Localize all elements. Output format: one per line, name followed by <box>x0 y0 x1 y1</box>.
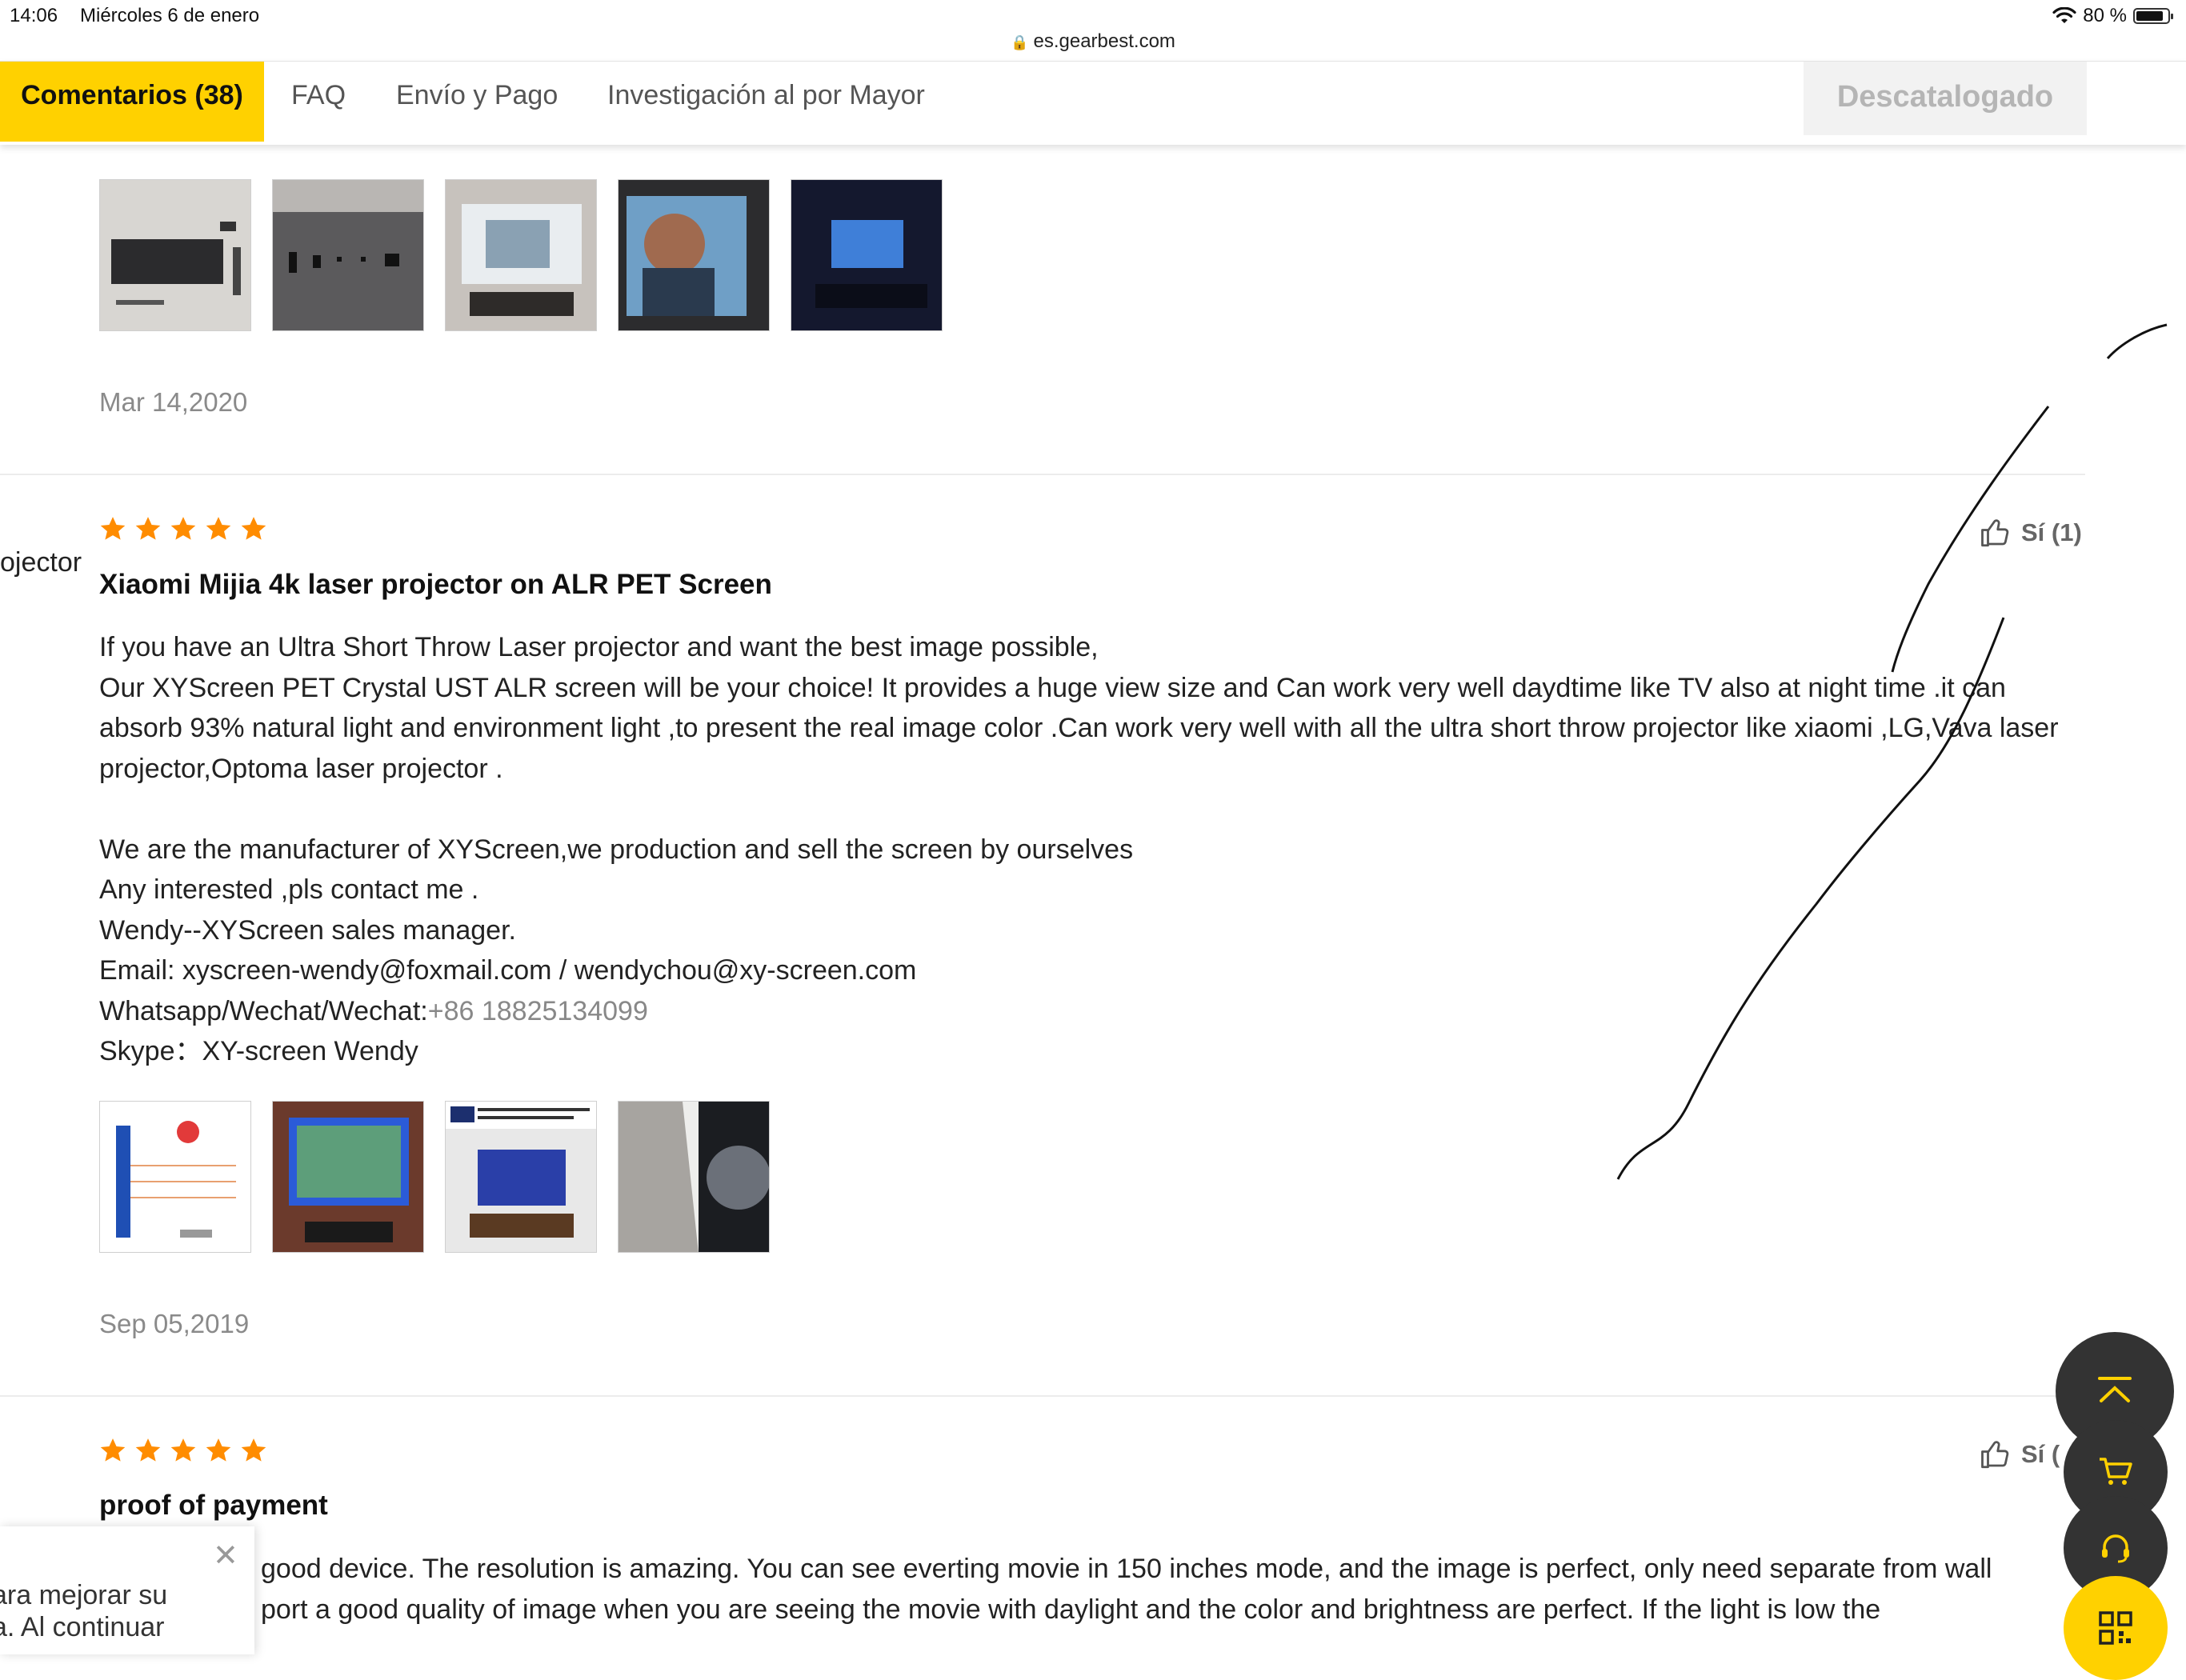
review-title: Xiaomi Mijia 4k laser projector on ALR P… <box>99 569 772 600</box>
star-icon <box>135 1438 161 1462</box>
review-photo[interactable] <box>99 179 251 331</box>
review-photo[interactable] <box>272 1101 424 1253</box>
review-body-line <box>99 789 2084 830</box>
star-rating <box>99 1437 267 1464</box>
review-photo[interactable] <box>99 1101 251 1253</box>
close-icon[interactable]: ✕ <box>213 1538 238 1574</box>
cart-icon <box>2100 1458 2132 1485</box>
review-body-line: Email: xyscreen-wendy@foxmail.com / wend… <box>99 955 917 986</box>
phone-link[interactable]: +86 18825134099 <box>428 996 648 1026</box>
cookie-text-line: a. Al continuar <box>0 1612 165 1642</box>
review-body-line: If you have an Ultra Short Throw Laser p… <box>99 632 1099 662</box>
star-icon <box>241 1438 266 1462</box>
cookie-text-line: ara mejorar su <box>0 1580 168 1610</box>
qr-code-icon <box>2099 1611 2132 1645</box>
tab-shipping-payment[interactable]: Envío y Pago <box>396 62 558 142</box>
review-photo[interactable] <box>445 179 597 331</box>
star-icon <box>100 517 126 540</box>
helpful-button[interactable]: Sí ( <box>1980 1437 2060 1472</box>
star-icon <box>241 517 266 540</box>
review-divider <box>0 474 2085 475</box>
status-date: Miércoles 6 de enero <box>80 5 260 26</box>
review-body-line: port a good quality of image when you ar… <box>261 1594 1881 1625</box>
review-photo[interactable] <box>618 1101 770 1253</box>
review-photo[interactable] <box>445 1101 597 1253</box>
cookie-notice: ✕ ara mejorar su a. Al continuar <box>0 1526 254 1654</box>
review-date: Mar 14,2020 <box>99 387 248 417</box>
status-bar: 14:06 Miércoles 6 de enero 80 % <box>0 0 2186 34</box>
review-body-line: We are the manufacturer of XYScreen,we p… <box>99 834 1134 865</box>
star-icon <box>100 1438 126 1462</box>
status-right: 80 % <box>2052 5 2173 27</box>
review-title: proof of payment <box>99 1490 328 1521</box>
review-photo[interactable] <box>618 179 770 331</box>
status-time: 14:06 <box>10 5 58 26</box>
battery-percent: 80 % <box>2083 5 2127 26</box>
battery-icon <box>2133 8 2173 24</box>
review-body: If you have an Ultra Short Throw Laser p… <box>99 627 2084 1072</box>
review-body-line: Any interested ,pls contact me . <box>99 874 479 905</box>
url-text: es.gearbest.com <box>1033 30 1175 52</box>
lock-icon: 🔒 <box>1011 34 1029 50</box>
address-bar[interactable]: 🔒 es.gearbest.com <box>0 30 2186 59</box>
review-body-line: Wendy--XYScreen sales manager. <box>99 914 516 946</box>
review-date: Sep 05,2019 <box>99 1309 250 1338</box>
review-body-line: Whatsapp/Wechat/Wechat:+86 18825134099 <box>99 991 2084 1032</box>
discontinued-button[interactable]: Descatalogado <box>1804 62 2087 135</box>
review-photo[interactable] <box>791 179 943 331</box>
tab-comments[interactable]: Comentarios (38) <box>0 62 264 142</box>
scroll-to-top-icon <box>2098 1377 2132 1402</box>
star-icon <box>206 517 231 540</box>
star-icon <box>206 1438 231 1462</box>
review-photo[interactable] <box>272 179 424 331</box>
qr-code-button[interactable] <box>2064 1576 2168 1680</box>
tab-faq[interactable]: FAQ <box>291 62 346 142</box>
star-icon <box>170 1438 196 1462</box>
thumbs-up-icon <box>1981 1441 2009 1469</box>
thumbs-up-icon <box>1981 519 2009 547</box>
tab-wholesale[interactable]: Investigación al por Mayor <box>607 62 925 142</box>
star-icon <box>135 517 161 540</box>
headset-icon <box>2102 1534 2129 1563</box>
cut-off-label: ojector <box>0 547 82 578</box>
star-rating <box>99 515 267 542</box>
review-body-line: Our XYScreen PET Crystal UST ALR screen … <box>99 672 2059 784</box>
star-icon <box>170 517 196 540</box>
whatsapp-label: Whatsapp/Wechat/Wechat: <box>99 995 428 1026</box>
wifi-icon <box>2052 7 2076 23</box>
helpful-button[interactable]: Sí (1) <box>1980 515 2082 550</box>
review-body-line: good device. The resolution is amazing. … <box>261 1554 1992 1584</box>
helpful-count: Sí ( <box>2021 1440 2060 1468</box>
product-tabs-bar: Comentarios (38) FAQ Envío y Pago Invest… <box>0 61 2186 145</box>
review-body-line: Skype：XY-screen Wendy <box>99 1036 418 1066</box>
helpful-count: Sí (1) <box>2021 518 2082 546</box>
review-divider <box>0 1395 2085 1397</box>
review-body: good device. The resolution is amazing. … <box>261 1549 2061 1630</box>
cookie-text: ara mejorar su a. Al continuar <box>0 1579 254 1643</box>
